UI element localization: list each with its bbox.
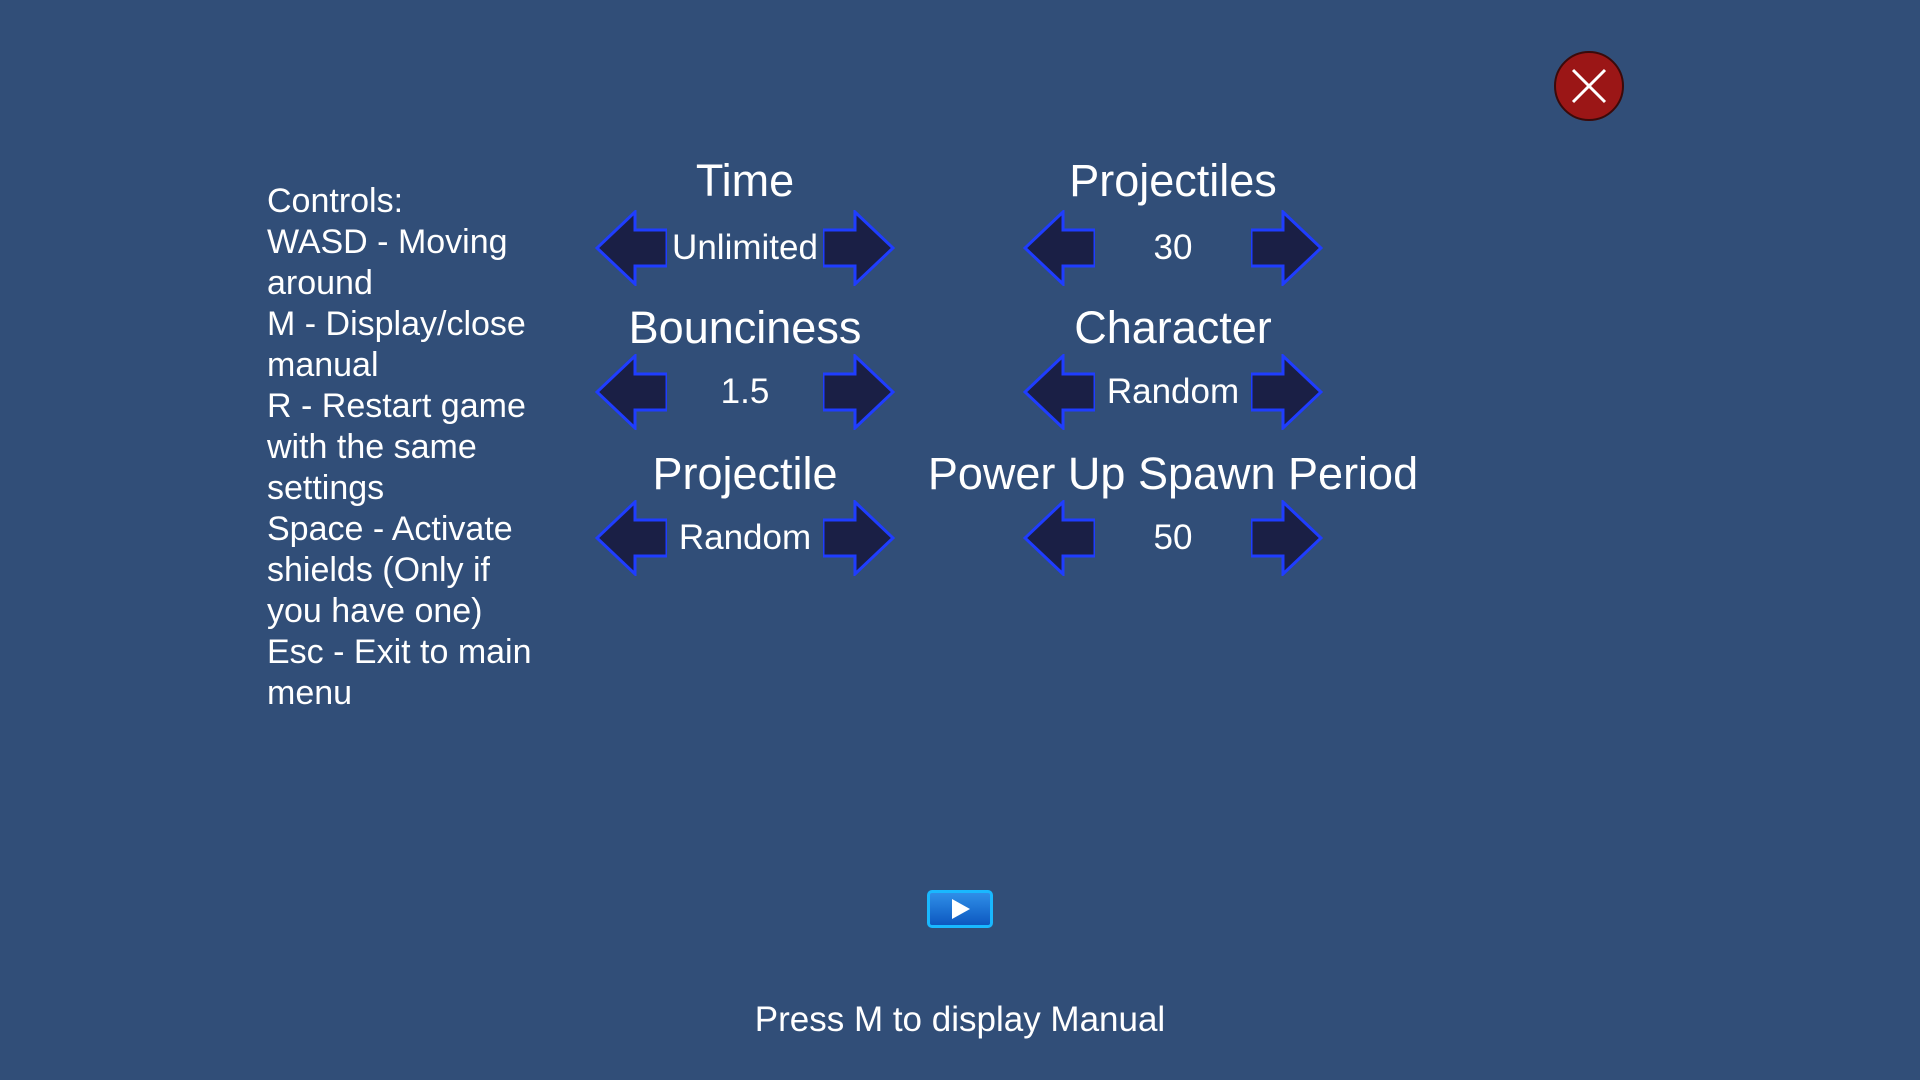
character-right-arrow-icon[interactable]: [1251, 354, 1323, 430]
close-button[interactable]: [1554, 51, 1624, 121]
time-value: Unlimited: [672, 228, 818, 267]
controls-line-wasd: WASD - Moving around: [267, 223, 508, 302]
projectiles-selector: 30: [1023, 210, 1323, 286]
character-title: Character: [1074, 302, 1272, 353]
projectile-right-arrow-icon[interactable]: [823, 500, 895, 576]
controls-line-esc: Esc - Exit to main menu: [267, 633, 532, 712]
power-up-spawn-period-selector: 50: [1023, 500, 1323, 576]
bounciness-right-arrow-icon[interactable]: [823, 354, 895, 430]
projectile-selector: Random: [595, 500, 895, 576]
close-icon: [1571, 68, 1607, 104]
play-button[interactable]: [927, 890, 993, 928]
projectile-value: Random: [678, 518, 812, 557]
projectiles-right-arrow-icon[interactable]: [1251, 210, 1323, 286]
projectiles-value: 30: [1153, 228, 1193, 267]
time-right-arrow-icon[interactable]: [823, 210, 895, 286]
projectiles-title: Projectiles: [1069, 155, 1277, 206]
character-value: Random: [1106, 372, 1240, 411]
character-selector: Random: [1023, 354, 1323, 430]
power-up-right-arrow-icon[interactable]: [1251, 500, 1323, 576]
power-up-spawn-period-title: Power Up Spawn Period: [927, 448, 1419, 499]
bounciness-value: 1.5: [720, 372, 770, 411]
game-settings-screen: Controls: WASD - Moving around M - Displ…: [0, 0, 1920, 1080]
power-up-spawn-period-value: 50: [1153, 518, 1193, 557]
controls-line-space: Space - Activate shields (Only if you ha…: [267, 510, 513, 630]
time-selector: Unlimited: [595, 210, 895, 286]
bounciness-selector: 1.5: [595, 354, 895, 430]
controls-manual: Controls: WASD - Moving around M - Displ…: [267, 181, 567, 714]
play-icon: [952, 899, 970, 919]
manual-hint: Press M to display Manual: [754, 1000, 1166, 1039]
